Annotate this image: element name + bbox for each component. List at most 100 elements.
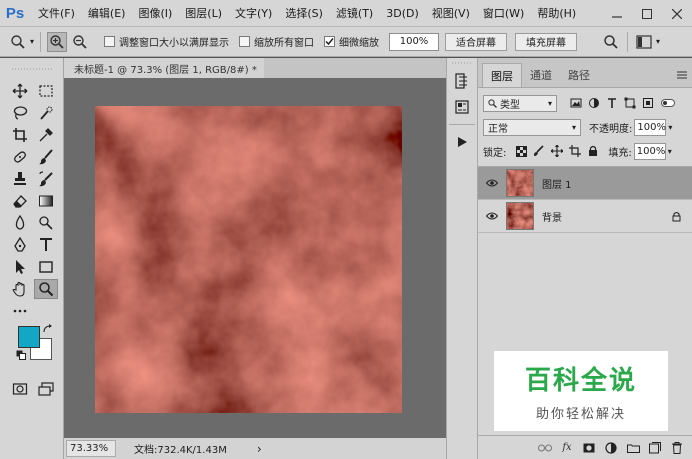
zoom-tool-preset-icon[interactable] [8, 32, 28, 52]
pen-tool-icon[interactable] [8, 235, 32, 255]
layer-name[interactable]: 图层 1 [542, 176, 692, 191]
filter-type-icon[interactable] [603, 94, 621, 112]
filter-adjustment-icon[interactable] [585, 94, 603, 112]
type-tool-icon[interactable] [34, 235, 58, 255]
opacity-field[interactable]: 100% [634, 118, 667, 136]
marquee-tool-icon[interactable] [34, 81, 58, 101]
visibility-eye-icon[interactable] [478, 179, 506, 187]
lock-position-icon[interactable] [548, 142, 566, 160]
fill-field[interactable]: 100% [633, 142, 666, 160]
actions-panel-icon[interactable] [447, 129, 477, 155]
lasso-tool-icon[interactable] [8, 103, 32, 123]
rectangle-tool-icon[interactable] [34, 257, 58, 277]
maximize-icon[interactable] [632, 0, 662, 27]
chevron-down-icon[interactable]: ▾ [656, 37, 660, 46]
quick-mask-icon[interactable] [8, 379, 32, 399]
filter-shape-icon[interactable] [621, 94, 639, 112]
filter-smart-object-icon[interactable] [639, 94, 657, 112]
chevron-down-icon[interactable]: ▾ [30, 37, 34, 46]
edit-toolbar-icon[interactable] [8, 301, 32, 321]
zoom-all-option[interactable]: 缩放所有窗口 [239, 34, 314, 49]
resize-windows-option[interactable]: 调整窗口大小以满屏显示 [104, 34, 229, 49]
dock-grip[interactable] [447, 58, 477, 68]
status-menu-arrow[interactable]: › [257, 442, 262, 456]
lock-artboard-icon[interactable] [566, 142, 584, 160]
menu-view[interactable]: 视图(V) [432, 5, 470, 21]
crop-tool-icon[interactable] [8, 125, 32, 145]
panel-menu-icon[interactable] [672, 63, 692, 87]
move-tool-icon[interactable] [8, 81, 32, 101]
screen-mode-icon[interactable] [34, 379, 58, 399]
tab-layers[interactable]: 图层 [482, 63, 522, 87]
history-panel-icon[interactable] [447, 68, 477, 94]
menu-image[interactable]: 图像(I) [138, 5, 172, 21]
lock-pixels-icon[interactable] [530, 142, 548, 160]
toolbox-grip[interactable] [0, 58, 63, 80]
layer-row-background[interactable]: 背景 [478, 200, 692, 233]
eraser-tool-icon[interactable] [8, 191, 32, 211]
menu-layer[interactable]: 图层(L) [185, 5, 222, 21]
fill-screen-button[interactable]: 填充屏幕 [515, 32, 578, 51]
path-selection-tool-icon[interactable] [8, 257, 32, 277]
zoom-out-icon[interactable] [70, 32, 90, 52]
chevron-down-icon[interactable]: ▾ [668, 123, 672, 132]
tab-channels[interactable]: 通道 [522, 63, 560, 87]
swap-colors-icon[interactable] [43, 324, 53, 334]
eyedropper-tool-icon[interactable] [34, 125, 58, 145]
brush-tool-icon[interactable] [34, 147, 58, 167]
link-icon[interactable] [534, 438, 556, 458]
minimize-icon[interactable] [602, 0, 632, 27]
default-colors-icon[interactable] [16, 350, 26, 360]
adjustment-icon[interactable] [600, 438, 622, 458]
lock-all-icon[interactable] [584, 142, 602, 160]
menu-edit[interactable]: 编辑(E) [88, 5, 126, 21]
zoom-tool-icon[interactable] [34, 279, 58, 299]
lock-transparency-icon[interactable] [512, 142, 530, 160]
quick-selection-tool-icon[interactable] [34, 103, 58, 123]
filter-pixel-icon[interactable] [567, 94, 585, 112]
healing-brush-tool-icon[interactable] [8, 147, 32, 167]
menu-help[interactable]: 帮助(H) [537, 5, 576, 21]
status-zoom-field[interactable]: 73.33% [66, 440, 116, 457]
search-icon[interactable] [601, 32, 621, 52]
gradient-tool-icon[interactable] [34, 191, 58, 211]
menu-file[interactable]: 文件(F) [38, 5, 75, 21]
menu-window[interactable]: 窗口(W) [483, 5, 524, 21]
document-tab[interactable]: 未标题-1 @ 73.3% (图层 1, RGB/8#) * × [64, 58, 272, 78]
lock-icon[interactable] [666, 211, 686, 222]
group-icon[interactable] [622, 438, 644, 458]
document-canvas[interactable] [95, 106, 402, 413]
dodge-tool-icon[interactable] [34, 213, 58, 233]
layer-filter-select[interactable]: 类型 ▾ [483, 94, 557, 112]
close-icon[interactable] [662, 0, 692, 27]
menu-type[interactable]: 文字(Y) [235, 5, 272, 21]
chevron-down-icon[interactable]: ▾ [668, 147, 672, 156]
layer-name[interactable]: 背景 [542, 209, 666, 224]
menu-filter[interactable]: 滤镜(T) [336, 5, 373, 21]
zoom-in-icon[interactable] [47, 31, 68, 52]
scrubby-zoom-checkbox[interactable] [324, 36, 336, 47]
menu-3d[interactable]: 3D(D) [386, 7, 419, 20]
visibility-eye-icon[interactable] [478, 212, 506, 220]
properties-panel-icon[interactable] [447, 94, 477, 120]
fx-icon[interactable]: fx [556, 438, 578, 458]
app-logo[interactable]: Ps [0, 0, 30, 27]
hand-tool-icon[interactable] [8, 279, 32, 299]
clone-stamp-tool-icon[interactable] [8, 169, 32, 189]
workspace-switcher-icon[interactable] [634, 32, 654, 52]
filter-toggle[interactable] [661, 99, 675, 107]
new-layer-icon[interactable] [644, 438, 666, 458]
blend-mode-select[interactable]: 正常 ▾ [483, 118, 581, 136]
zoom-all-checkbox[interactable] [239, 36, 251, 47]
zoom-percent-field[interactable]: 100% [389, 32, 440, 51]
tab-paths[interactable]: 路径 [560, 63, 598, 87]
mask-icon[interactable] [578, 438, 600, 458]
foreground-color-swatch[interactable] [18, 326, 40, 348]
scrubby-zoom-option[interactable]: 细微缩放 [324, 34, 379, 49]
trash-icon[interactable] [666, 438, 688, 458]
menu-select[interactable]: 选择(S) [285, 5, 323, 21]
layer-row-layer1[interactable]: 图层 1 [478, 167, 692, 200]
blur-tool-icon[interactable] [8, 213, 32, 233]
resize-windows-checkbox[interactable] [104, 36, 116, 47]
history-brush-tool-icon[interactable] [34, 169, 58, 189]
